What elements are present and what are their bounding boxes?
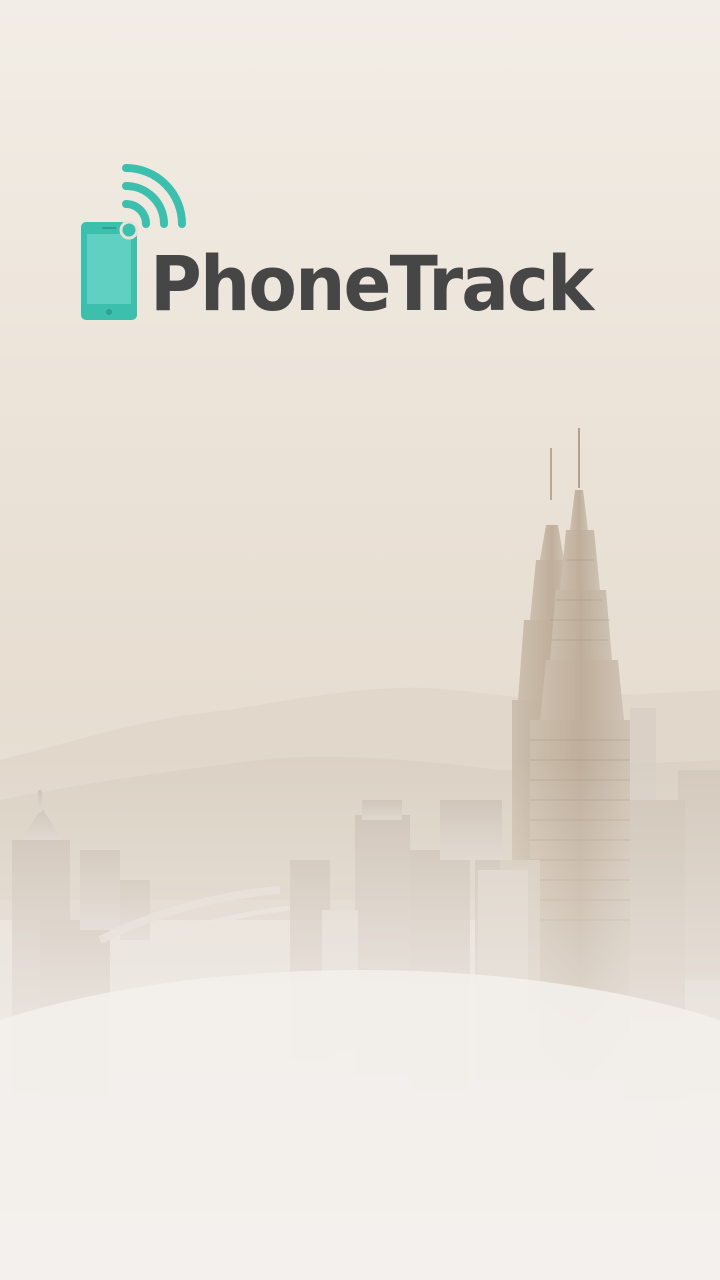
splash-screen: PhoneTrack	[0, 0, 720, 1280]
brand-wordmark: PhoneTrack	[150, 239, 594, 328]
app-logo: PhoneTrack	[78, 162, 648, 324]
